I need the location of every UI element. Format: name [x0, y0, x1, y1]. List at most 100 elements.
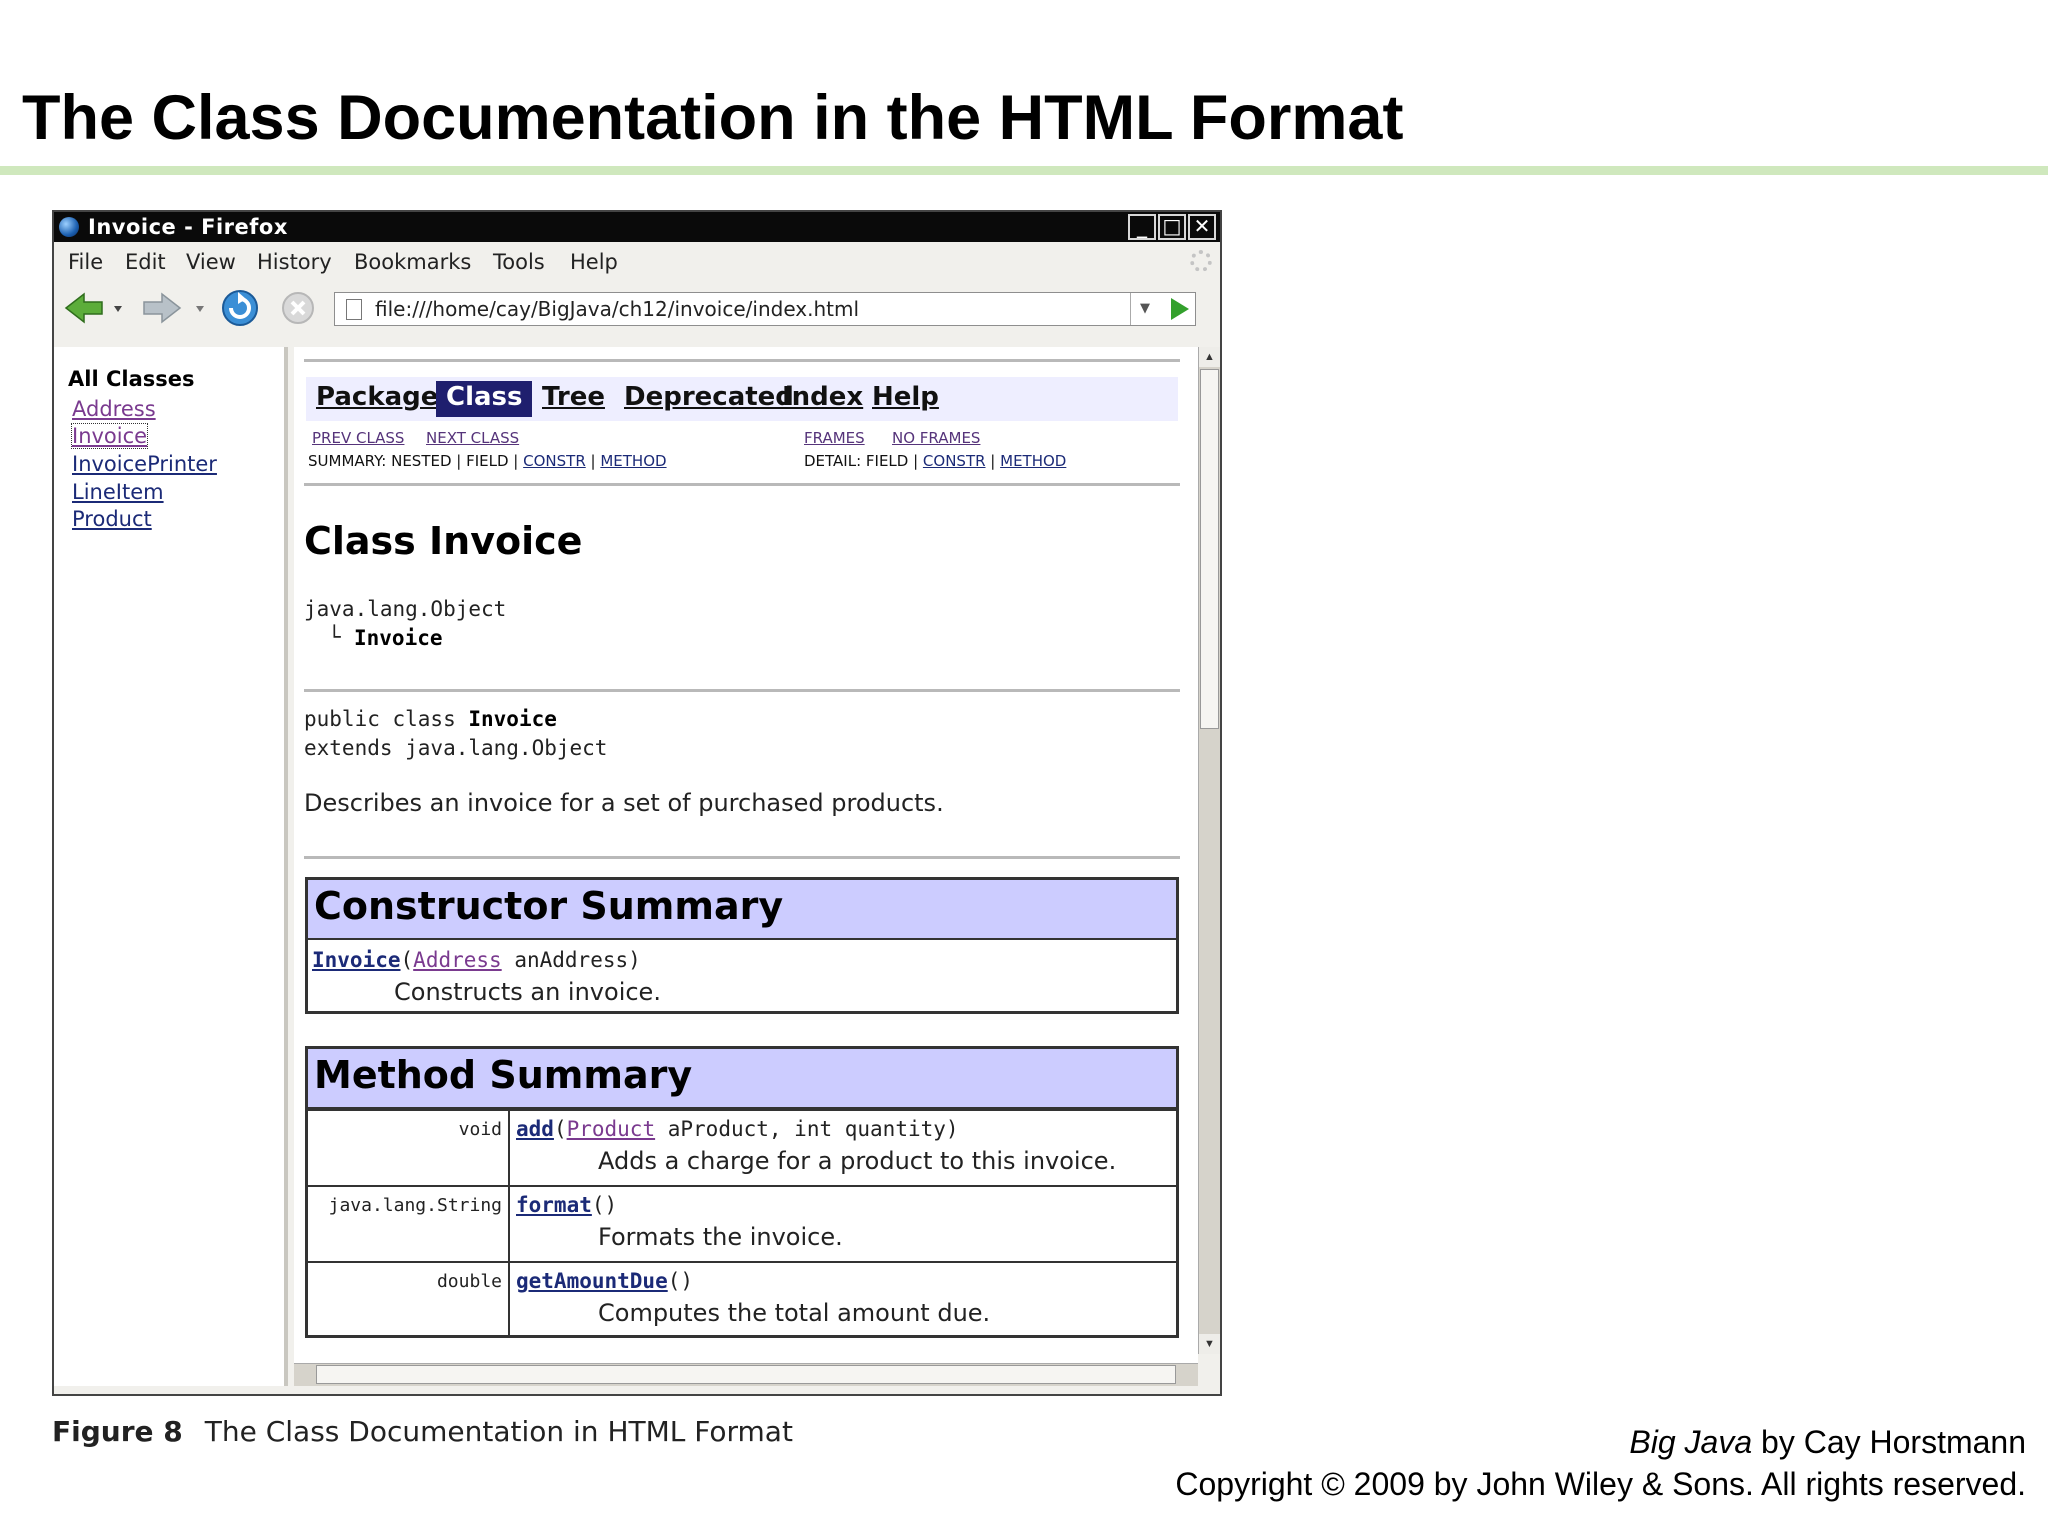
detail-separator: |	[985, 452, 1001, 470]
table-row: void add(Product aProduct, int quantity)…	[308, 1109, 1176, 1185]
nav-tree[interactable]: Tree	[542, 382, 605, 412]
method-link-add[interactable]: add	[516, 1117, 554, 1141]
doc-nav-bar: Package Class Tree Deprecated Index Help	[306, 377, 1178, 421]
method-param-rest: aProduct, int quantity)	[655, 1117, 959, 1141]
summary-constr-link[interactable]: CONSTR	[523, 452, 586, 470]
menu-view[interactable]: View	[186, 250, 236, 274]
class-link-invoiceprinter[interactable]: InvoicePrinter	[72, 452, 217, 476]
menu-history[interactable]: History	[257, 250, 332, 274]
decl-prefix: public class	[304, 707, 469, 731]
figure-number: Figure 8	[52, 1415, 183, 1448]
menu-bookmarks[interactable]: Bookmarks	[354, 250, 471, 274]
method-param-rest: ()	[667, 1269, 694, 1293]
menu-file[interactable]: File	[68, 250, 103, 274]
next-class-link[interactable]: NEXT CLASS	[426, 429, 519, 447]
address-dropdown-button[interactable]: ▼	[1130, 293, 1159, 325]
minimize-button[interactable]: _	[1128, 214, 1156, 240]
prev-class-link[interactable]: PREV CLASS	[312, 429, 404, 447]
class-link-lineitem[interactable]: LineItem	[72, 480, 164, 504]
menu-help[interactable]: Help	[570, 250, 618, 274]
constructor-param-rest: anAddress)	[501, 948, 641, 972]
horizontal-scroll-thumb[interactable]	[316, 1365, 1176, 1384]
table-row: double getAmountDue() Computes the total…	[308, 1261, 1176, 1337]
nav-help[interactable]: Help	[872, 382, 939, 412]
class-documentation-frame: Package Class Tree Deprecated Index Help…	[294, 347, 1198, 1386]
constructor-param-type-link[interactable]: Address	[413, 948, 502, 972]
scroll-up-arrow-icon[interactable]: ▲	[1199, 347, 1220, 367]
summary-links: SUMMARY: NESTED | FIELD | CONSTR | METHO…	[308, 452, 667, 470]
constructor-description: Constructs an invoice.	[394, 978, 661, 1006]
back-dropdown-icon	[114, 306, 122, 312]
browser-window: Invoice - Firefox _ □ ✕ File Edit View H…	[52, 210, 1222, 1396]
close-button[interactable]: ✕	[1188, 214, 1216, 240]
constructor-paren: (	[400, 948, 414, 972]
menu-tools[interactable]: Tools	[493, 250, 545, 274]
constructor-summary-header: Constructor Summary	[308, 880, 1176, 940]
detail-links: DETAIL: FIELD | CONSTR | METHOD	[804, 452, 1066, 470]
method-return-type: double	[436, 1271, 502, 1292]
class-link-product[interactable]: Product	[72, 507, 152, 531]
scroll-down-arrow-icon[interactable]: ▼	[1199, 1334, 1220, 1354]
nav-class: Class	[446, 382, 523, 412]
copyright-notice: Copyright © 2009 by John Wiley & Sons. A…	[1175, 1466, 2026, 1502]
reload-button[interactable]	[220, 288, 260, 328]
detail-constr-link[interactable]: CONSTR	[923, 452, 986, 470]
hierarchy-child: Invoice	[354, 626, 443, 650]
horizontal-scrollbar[interactable]	[294, 1363, 1198, 1386]
method-summary-table: Method Summary void add(Product aProduct…	[305, 1046, 1179, 1338]
class-list-frame: All Classes Address Invoice InvoicePrint…	[54, 347, 288, 1386]
class-link-address[interactable]: Address	[72, 397, 156, 421]
slide-title: The Class Documentation in the HTML Form…	[22, 83, 1404, 153]
method-param-type-link[interactable]: Product	[567, 1117, 656, 1141]
address-bar[interactable]: file:///home/cay/BigJava/ch12/invoice/in…	[334, 292, 1196, 326]
menu-bar: File Edit View History Bookmarks Tools H…	[54, 242, 1220, 280]
doc-divider	[304, 689, 1180, 692]
firefox-icon	[59, 217, 79, 237]
nav-deprecated[interactable]: Deprecated	[624, 382, 794, 412]
page-icon	[346, 299, 362, 320]
maximize-button[interactable]: □	[1158, 214, 1186, 240]
stop-button[interactable]	[280, 290, 316, 326]
class-extends: extends java.lang.Object	[304, 736, 608, 760]
constructor-link[interactable]: Invoice	[312, 948, 401, 972]
window-title: Invoice - Firefox	[88, 215, 288, 239]
hierarchy-branch: └	[328, 625, 341, 649]
back-arrow-icon	[64, 292, 103, 324]
doc-divider	[304, 483, 1180, 486]
method-return-type: java.lang.String	[328, 1195, 502, 1216]
menu-edit[interactable]: Edit	[125, 250, 166, 274]
figure-caption-text: The Class Documentation in HTML Format	[204, 1415, 793, 1448]
all-classes-heading: All Classes	[68, 367, 195, 391]
forward-dropdown-icon	[196, 306, 204, 312]
class-heading: Class Invoice	[304, 519, 583, 563]
window-titlebar[interactable]: Invoice - Firefox _ □ ✕	[54, 212, 1220, 242]
no-frames-link[interactable]: NO FRAMES	[892, 429, 980, 447]
method-description: Computes the total amount due.	[598, 1299, 991, 1327]
method-param-rest: ()	[591, 1193, 618, 1217]
method-description: Formats the invoice.	[598, 1223, 843, 1251]
table-row: java.lang.String format() Formats the in…	[308, 1185, 1176, 1261]
address-input[interactable]: file:///home/cay/BigJava/ch12/invoice/in…	[375, 297, 859, 321]
class-declaration: public class Invoice	[304, 707, 557, 731]
method-link-format[interactable]: format	[516, 1193, 592, 1217]
method-summary-heading: Method Summary	[314, 1053, 693, 1097]
method-signature: format()	[516, 1193, 617, 1217]
summary-method-link[interactable]: METHOD	[600, 452, 666, 470]
vertical-scrollbar[interactable]: ▲ ▼	[1198, 347, 1220, 1354]
go-arrow-icon[interactable]	[1171, 298, 1189, 320]
method-return-type-cell: double	[308, 1263, 510, 1337]
frames-link[interactable]: FRAMES	[804, 429, 865, 447]
vertical-scroll-thumb[interactable]	[1200, 369, 1219, 729]
method-signature: add(Product aProduct, int quantity)	[516, 1117, 959, 1141]
nav-package[interactable]: Package	[316, 382, 438, 412]
method-summary-header: Method Summary	[308, 1049, 1176, 1109]
doc-divider	[304, 856, 1180, 859]
class-description: Describes an invoice for a set of purcha…	[304, 789, 944, 817]
method-link-getamountdue[interactable]: getAmountDue	[516, 1269, 668, 1293]
class-link-invoice[interactable]: Invoice	[70, 423, 149, 449]
detail-method-link[interactable]: METHOD	[1000, 452, 1066, 470]
navigation-toolbar: file:///home/cay/BigJava/ch12/invoice/in…	[54, 280, 1220, 334]
summary-separator: |	[585, 452, 601, 470]
book-title: Big Java	[1629, 1424, 1753, 1460]
nav-index[interactable]: Index	[782, 382, 863, 412]
